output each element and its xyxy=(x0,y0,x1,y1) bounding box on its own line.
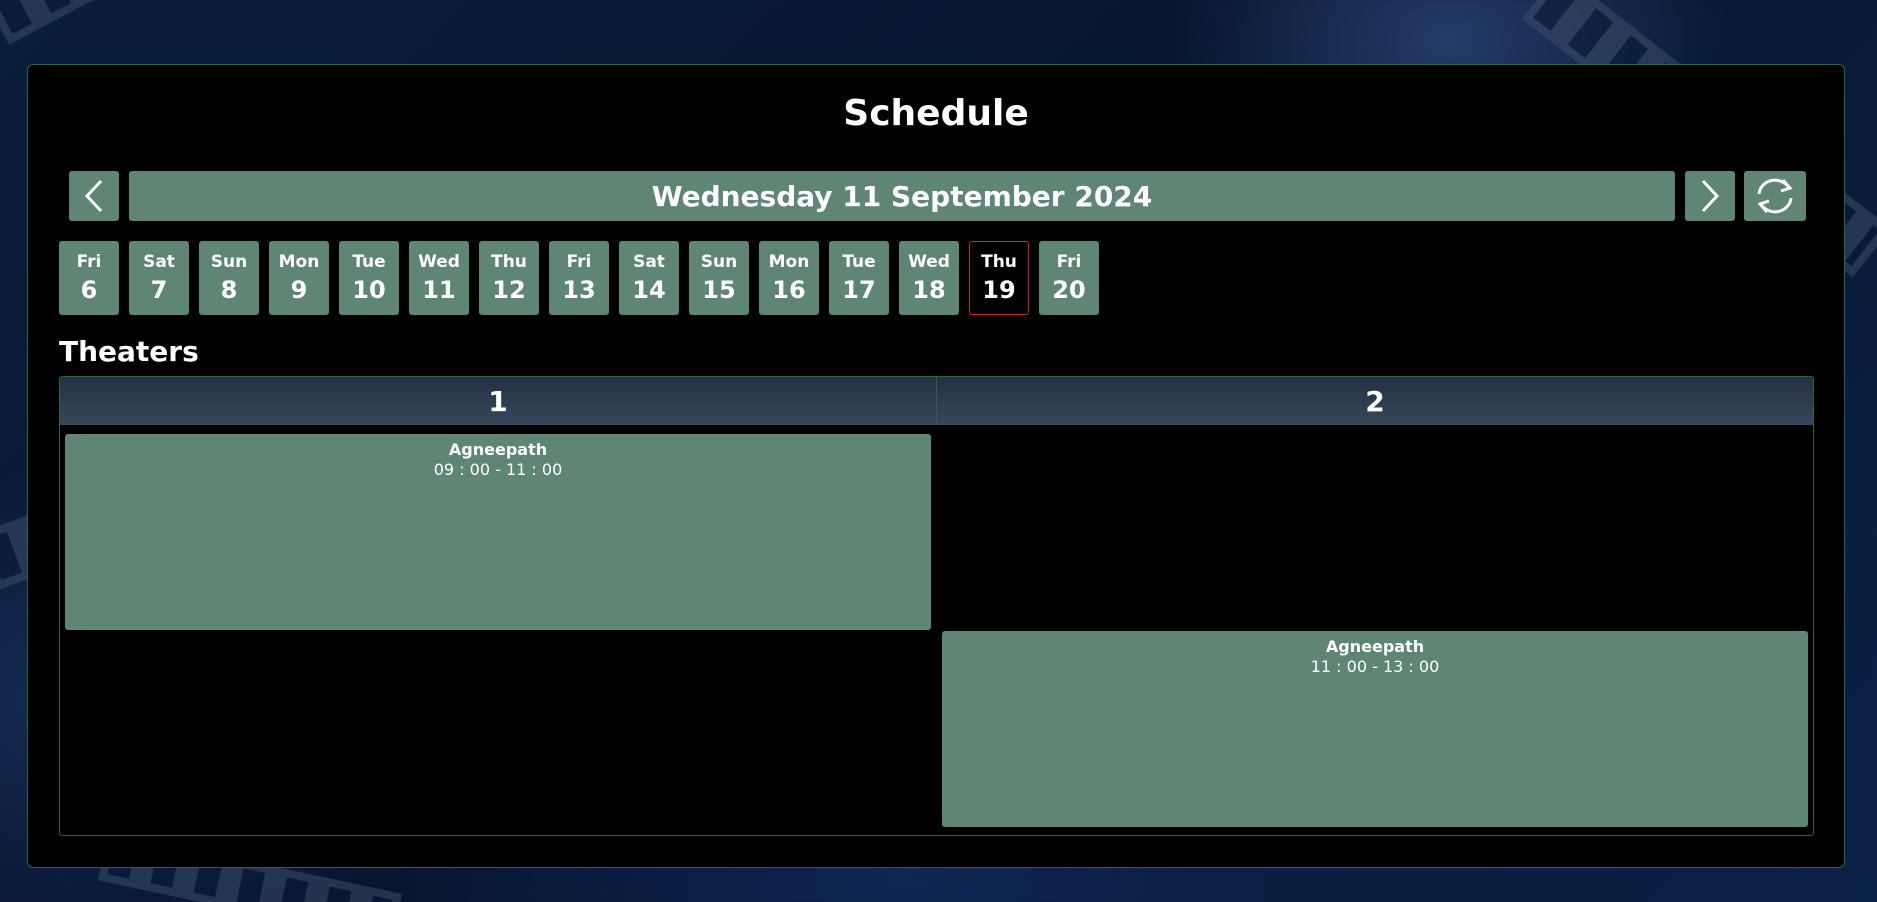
day-of-week: Thu xyxy=(491,252,527,272)
day-of-week: Tue xyxy=(842,252,876,272)
showtime-slot[interactable]: Agneepath 11 : 00 - 13 : 00 xyxy=(942,631,1808,827)
day-number: 11 xyxy=(422,276,456,304)
chevron-left-icon xyxy=(84,179,103,213)
day-button[interactable]: Sun 15 xyxy=(689,241,749,315)
day-button[interactable]: Sat 14 xyxy=(619,241,679,315)
day-button[interactable]: Wed 11 xyxy=(409,241,469,315)
day-button[interactable]: Mon 9 xyxy=(269,241,329,315)
day-button[interactable]: Sun 8 xyxy=(199,241,259,315)
day-button[interactable]: Mon 16 xyxy=(759,241,819,315)
day-number: 16 xyxy=(772,276,806,304)
day-of-week: Wed xyxy=(908,252,950,272)
day-of-week: Tue xyxy=(352,252,386,272)
showtime-slot[interactable]: Agneepath 09 : 00 - 11 : 00 xyxy=(65,434,931,630)
day-number: 14 xyxy=(632,276,666,304)
day-number: 8 xyxy=(220,276,238,304)
day-number: 7 xyxy=(150,276,168,304)
day-of-week: Sun xyxy=(700,252,738,272)
day-selector: Fri 6 Sat 7 Sun 8 Mon 9 Tue 10 Wed 11 Thu 12 Fri 13 Sat 1… xyxy=(59,241,1099,315)
day-of-week: Sun xyxy=(210,252,248,272)
showtime-range: 11 : 00 - 13 : 00 xyxy=(1310,657,1440,676)
day-of-week: Sat xyxy=(143,252,175,272)
day-number: 19 xyxy=(982,276,1016,304)
showtime-range: 09 : 00 - 11 : 00 xyxy=(433,460,563,479)
day-number: 18 xyxy=(912,276,946,304)
day-of-week: Fri xyxy=(76,252,102,272)
day-of-week: Wed xyxy=(418,252,460,272)
day-of-week: Thu xyxy=(981,252,1017,272)
film-strip-decoration xyxy=(0,0,416,45)
day-number: 17 xyxy=(842,276,876,304)
day-of-week: Mon xyxy=(768,252,810,272)
current-date-display: Wednesday 11 September 2024 xyxy=(129,171,1675,221)
theater-schedule-grid: 1 2 Agneepath 09 : 00 - 11 : 00 Agneepat… xyxy=(59,376,1814,836)
day-of-week: Fri xyxy=(566,252,592,272)
day-number: 12 xyxy=(492,276,526,304)
day-of-week: Sat xyxy=(633,252,665,272)
refresh-icon xyxy=(1757,178,1793,214)
day-button[interactable]: Tue 17 xyxy=(829,241,889,315)
theater-header-row: 1 2 xyxy=(60,377,1813,425)
day-number: 15 xyxy=(702,276,736,304)
day-of-week: Mon xyxy=(278,252,320,272)
day-button[interactable]: Fri 20 xyxy=(1039,241,1099,315)
day-number: 20 xyxy=(1052,276,1086,304)
day-button[interactable]: Fri 13 xyxy=(549,241,609,315)
theater-column-header: 1 xyxy=(60,377,937,425)
day-number: 9 xyxy=(290,276,308,304)
day-button[interactable]: Thu 19 xyxy=(969,241,1029,315)
theaters-heading: Theaters xyxy=(59,335,199,368)
chevron-right-icon xyxy=(1701,179,1720,213)
day-button[interactable]: Thu 12 xyxy=(479,241,539,315)
refresh-button[interactable] xyxy=(1744,171,1806,221)
day-number: 10 xyxy=(352,276,386,304)
day-button[interactable]: Wed 18 xyxy=(899,241,959,315)
theater-column-header: 2 xyxy=(937,377,1813,425)
page-title: Schedule xyxy=(843,93,1029,134)
day-button[interactable]: Sat 7 xyxy=(129,241,189,315)
day-of-week: Fri xyxy=(1056,252,1082,272)
next-date-button[interactable] xyxy=(1685,171,1735,221)
prev-date-button[interactable] xyxy=(69,171,119,221)
day-number: 13 xyxy=(562,276,596,304)
movie-title: Agneepath xyxy=(448,440,548,459)
day-button[interactable]: Tue 10 xyxy=(339,241,399,315)
schedule-panel: Schedule Wednesday 11 September 2024 Fri… xyxy=(27,64,1845,868)
movie-title: Agneepath xyxy=(1325,637,1425,656)
day-button[interactable]: Fri 6 xyxy=(59,241,119,315)
day-number: 6 xyxy=(80,276,98,304)
